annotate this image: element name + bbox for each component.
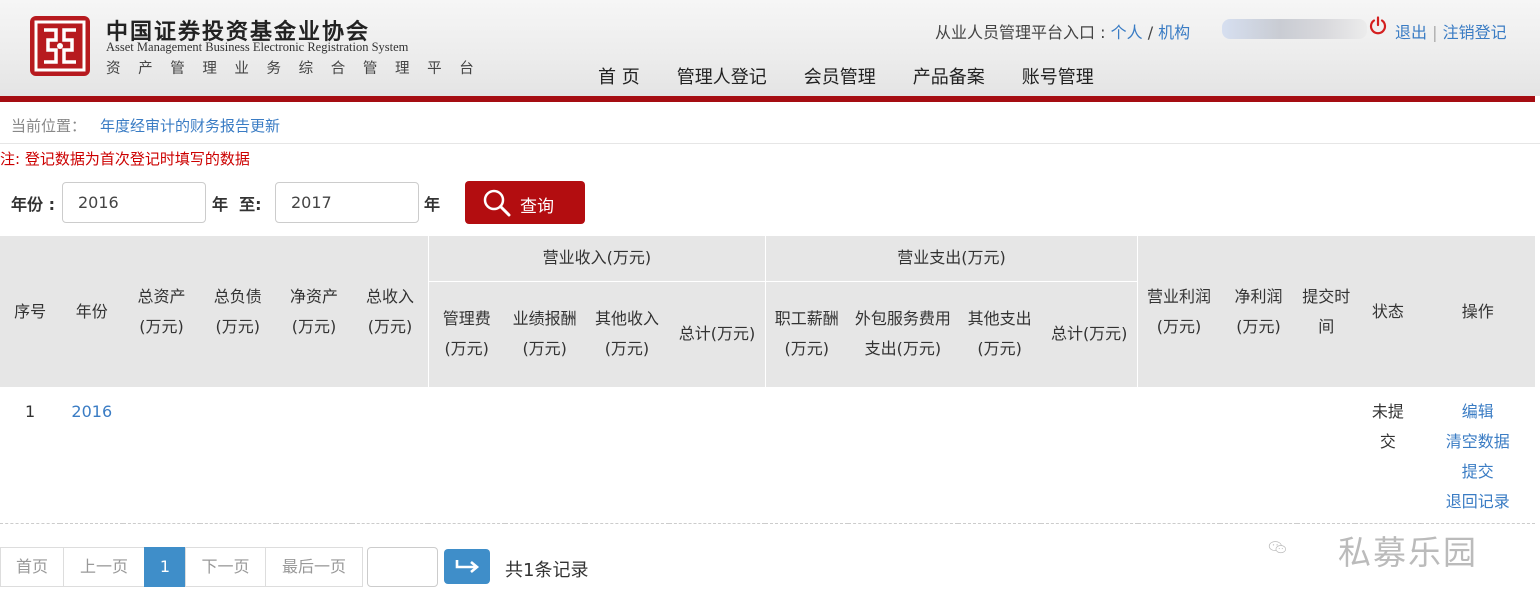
page-next-button[interactable]: 下一页: [185, 547, 266, 587]
pagination: 首页 上一页 1 下一页 最后一页: [0, 547, 363, 587]
submit-link[interactable]: 提交: [1462, 462, 1494, 481]
nav-item-membership[interactable]: 会员管理: [804, 63, 876, 89]
association-logo: [30, 16, 90, 76]
cell-other-expense: [958, 387, 1041, 523]
col-header-income-total: 总计(万元): [669, 281, 766, 387]
portal-label: 从业人员管理平台入口 :: [935, 23, 1106, 42]
cell-total-assets: [123, 387, 199, 523]
link-separator: |: [1432, 23, 1438, 42]
col-header-actions: 操作: [1420, 236, 1535, 387]
col-header-total-income: 总收入(万元): [352, 236, 429, 387]
page-first-button[interactable]: 首页: [0, 547, 64, 587]
col-header-year: 年份: [60, 236, 124, 387]
enter-arrow-icon: [455, 560, 480, 573]
col-header-seq: 序号: [0, 236, 61, 387]
col-header-net-profit: 净利润(万元): [1219, 236, 1298, 387]
account-links: 退出 | 注销登记: [1395, 19, 1507, 43]
page-current-button[interactable]: 1: [144, 547, 186, 587]
nav-item-manager-registration[interactable]: 管理人登记: [677, 63, 767, 89]
col-header-net-assets: 净资产(万元): [275, 236, 353, 387]
breadcrumb: 当前位置： 年度经审计的财务报告更新: [0, 102, 1540, 144]
cell-year-link[interactable]: 2016: [71, 402, 112, 421]
col-header-expense-total: 总计(万元): [1041, 281, 1138, 387]
col-header-other-expense: 其他支出(万元): [958, 281, 1042, 387]
org-subtitle: 资 产 管 理 业 务 综 合 管 理 平 台: [106, 61, 481, 77]
col-group-operating-expense: 营业支出(万元): [764, 236, 1138, 282]
nav-item-home[interactable]: 首 页: [598, 63, 640, 89]
col-header-submit-time: 提交时间: [1297, 236, 1356, 387]
search-button[interactable]: 查询: [465, 181, 585, 224]
cell-income-total: [669, 387, 765, 523]
cell-submit-time: [1297, 387, 1355, 523]
year-suffix-label: 年: [424, 195, 441, 214]
page-last-button[interactable]: 最后一页: [265, 547, 363, 587]
portal-org-link[interactable]: 机构: [1158, 23, 1190, 42]
cell-salary: [765, 387, 847, 523]
data-note: 注: 登记数据为首次登记时填写的数据: [0, 150, 250, 168]
financial-report-table: 序号 年份 总资产(万元) 总负债(万元) 净资产(万元) 总收入(万元) 营业…: [0, 236, 1535, 524]
search-icon: [483, 189, 511, 217]
col-header-outsourcing: 外包服务费用支出(万元): [847, 281, 959, 387]
year-to-label: 年 至:: [212, 195, 262, 214]
power-icon[interactable]: [1368, 15, 1388, 35]
col-header-performance-fee: 业绩报酬(万元): [504, 281, 585, 387]
cell-status: 未提交: [1371, 402, 1404, 451]
clear-data-link[interactable]: 清空数据: [1446, 432, 1510, 451]
breadcrumb-current[interactable]: 年度经审计的财务报告更新: [100, 115, 280, 136]
year-label: 年份 :: [11, 195, 55, 214]
page-jump-input[interactable]: [367, 547, 438, 587]
portal-personal-link[interactable]: 个人: [1111, 23, 1143, 42]
col-header-management-fee: 管理费(万元): [427, 281, 505, 387]
total-records: 共1条记录: [505, 560, 589, 581]
col-header-operating-profit: 营业利润(万元): [1137, 236, 1220, 387]
col-header-total-assets: 总资产(万元): [123, 236, 200, 387]
search-button-label: 查询: [520, 197, 554, 217]
year-from-input[interactable]: 2016: [62, 182, 206, 223]
org-name-en: Asset Management Business Electronic Reg…: [106, 40, 409, 54]
edit-link[interactable]: 编辑: [1462, 402, 1494, 421]
cell-other-income: [585, 387, 669, 523]
user-name-blurred: [1222, 19, 1367, 39]
cell-expense-total: [1041, 387, 1137, 523]
cell-total-liabilities: [200, 387, 276, 523]
col-header-total-liabilities: 总负债(万元): [199, 236, 276, 387]
nav-item-product-filing[interactable]: 产品备案: [913, 63, 985, 89]
col-header-status: 状态: [1355, 236, 1421, 387]
col-header-other-income: 其他收入(万元): [584, 281, 670, 387]
cell-outsourcing: [848, 387, 958, 523]
cell-management-fee: [428, 387, 504, 523]
cell-net-profit: [1220, 387, 1297, 523]
watermark-text: 私募乐园: [1338, 533, 1478, 572]
col-header-salary: 职工薪酬(万元): [764, 281, 848, 387]
site-header: 中国证券投资基金业协会 Asset Management Business El…: [0, 0, 1540, 96]
breadcrumb-label: 当前位置：: [11, 117, 87, 135]
cell-operating-profit: [1138, 387, 1220, 523]
cell-seq: 1: [25, 402, 36, 421]
deregister-link[interactable]: 注销登记: [1443, 23, 1507, 42]
page-prev-button[interactable]: 上一页: [63, 547, 145, 587]
nav-item-account[interactable]: 账号管理: [1022, 63, 1094, 89]
return-records-link[interactable]: 退回记录: [1446, 492, 1510, 511]
page-go-button[interactable]: [444, 549, 490, 584]
cell-performance-fee: [505, 387, 585, 523]
table-row: 1 2016 未提交 编辑 清空数据 提交 退回记录: [0, 387, 1535, 523]
cell-actions: 编辑 清空数据 提交 退回记录: [1421, 387, 1536, 523]
col-group-operating-income: 营业收入(万元): [427, 236, 766, 282]
wechat-icon: [1268, 541, 1287, 554]
cell-net-assets: [276, 387, 352, 523]
logout-link[interactable]: 退出: [1395, 23, 1427, 42]
year-to-input[interactable]: 2017: [275, 182, 419, 223]
portal-entry: 从业人员管理平台入口 : 个人 / 机构: [935, 19, 1190, 43]
main-nav: 首 页 管理人登记 会员管理 产品备案 账号管理: [598, 63, 1094, 89]
cell-total-income: [352, 387, 428, 523]
portal-separator: /: [1147, 23, 1154, 42]
